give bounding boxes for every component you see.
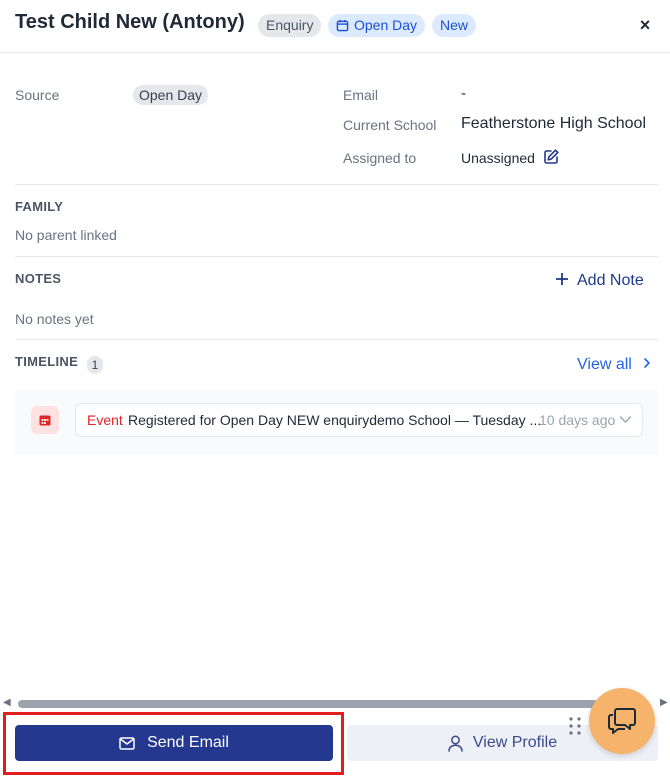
scrollbar-thumb[interactable] — [18, 700, 598, 708]
timeline-item-time: 10 days ago — [539, 412, 616, 428]
panel-header: Test Child New (Antony) Enquiry Open Day… — [0, 0, 670, 53]
plus-icon — [556, 273, 568, 285]
chat-button[interactable] — [589, 688, 655, 754]
add-note-button[interactable]: Add Note — [555, 272, 644, 290]
view-all-label: View all — [577, 356, 632, 373]
view-all-link[interactable]: View all — [577, 356, 652, 374]
send-email-label: Send Email — [147, 734, 229, 751]
email-label: Email — [343, 87, 379, 103]
event-calendar-icon — [39, 415, 51, 426]
assigned-to-label: Assigned to — [343, 150, 417, 166]
edit-icon[interactable] — [543, 148, 560, 165]
calendar-icon — [336, 19, 349, 32]
chat-icon — [608, 708, 636, 734]
drag-grip-icon[interactable] — [568, 716, 582, 736]
open-day-badge-label: Open Day — [354, 17, 418, 33]
notes-empty-text: No notes yet — [15, 311, 94, 327]
current-school-label: Current School — [343, 117, 437, 133]
current-school-value: Featherstone High School — [461, 115, 646, 132]
view-profile-label: View Profile — [472, 734, 558, 751]
user-icon — [448, 735, 463, 752]
notes-heading: NOTES — [15, 271, 62, 286]
chevron-down-icon[interactable] — [619, 415, 632, 424]
status-badge-enquiry: Enquiry — [258, 14, 322, 37]
add-note-label: Add Note — [577, 272, 644, 289]
divider — [15, 256, 658, 257]
assigned-to-value: Unassigned — [461, 150, 535, 166]
family-empty-text: No parent linked — [15, 227, 117, 243]
scroll-right-arrow[interactable]: ▶ — [660, 697, 668, 708]
divider — [15, 339, 658, 340]
scroll-left-arrow[interactable]: ◀ — [3, 697, 11, 708]
timeline-item-text: Registered for Open Day NEW enquirydemo … — [128, 412, 542, 428]
source-value: Open Day — [133, 85, 209, 105]
close-icon[interactable]: × — [637, 15, 653, 35]
timeline-count-badge: 1 — [87, 356, 103, 374]
status-badge-open-day: Open Day — [328, 14, 426, 37]
page-title: Test Child New (Antony) — [15, 11, 245, 33]
event-icon — [31, 406, 59, 434]
send-email-button[interactable]: Send Email — [15, 725, 333, 761]
source-label: Source — [15, 87, 60, 103]
timeline-item-type: Event — [87, 412, 123, 428]
family-heading: FAMILY — [15, 199, 64, 214]
timeline-heading: TIMELINE — [15, 354, 79, 369]
mail-icon — [119, 736, 135, 750]
status-badge-new: New — [432, 14, 477, 37]
email-value: - — [461, 85, 466, 102]
chevron-right-icon — [644, 358, 650, 368]
divider — [15, 184, 658, 185]
